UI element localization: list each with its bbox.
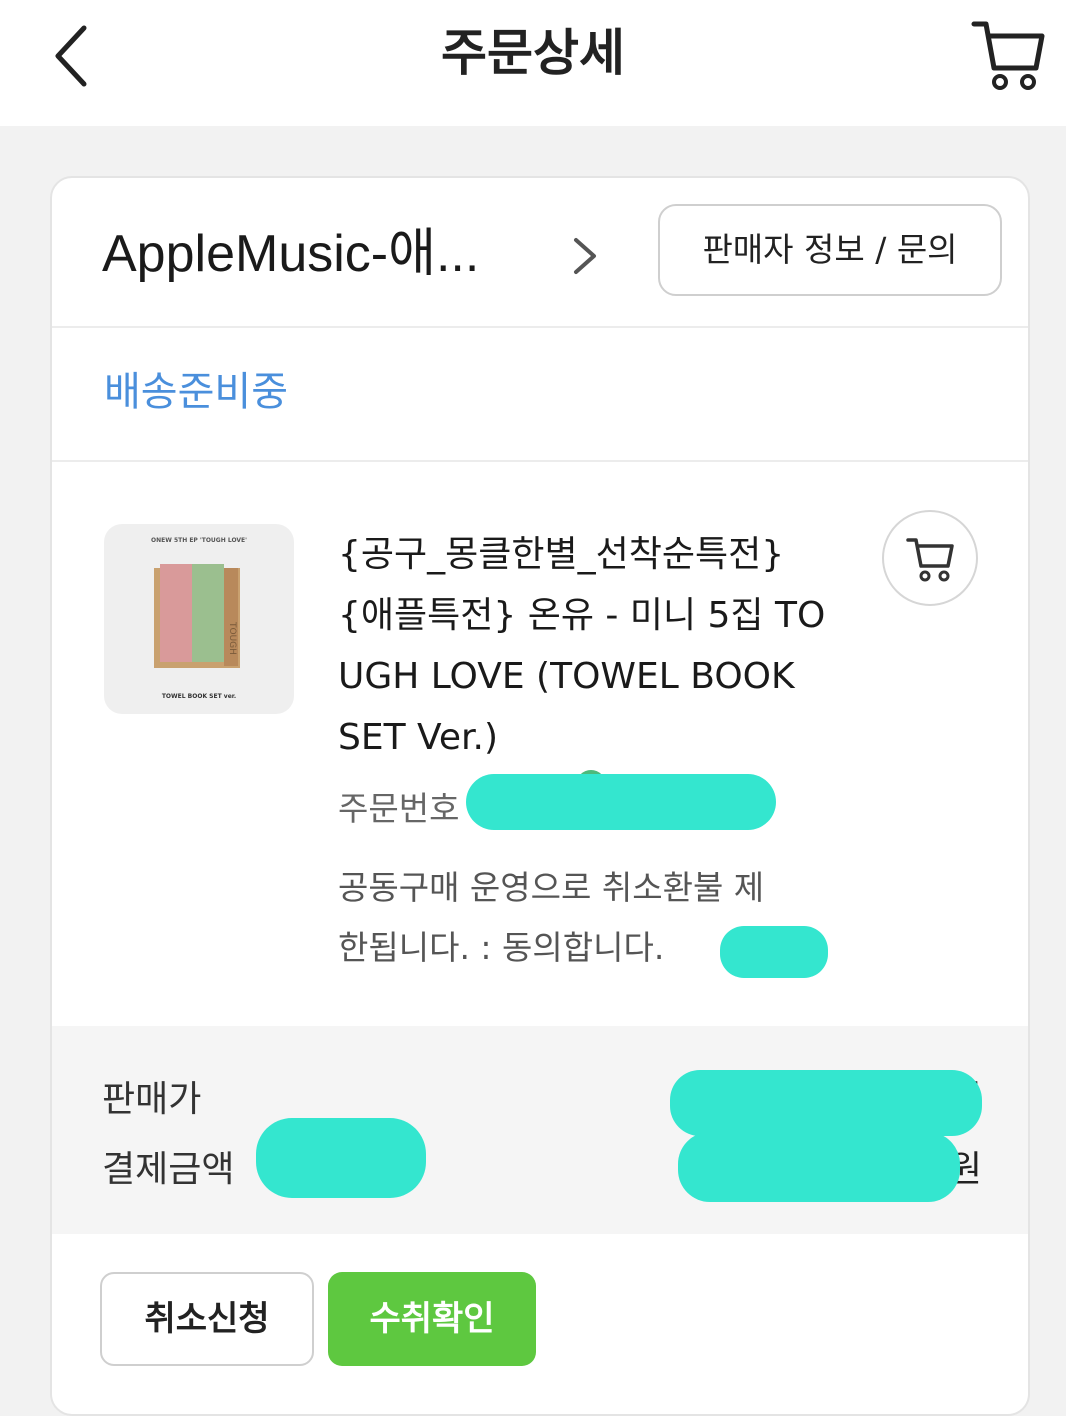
price-summary: 판매가 원 결제금액 원 — [52, 1026, 1028, 1234]
svg-text:TOUGH: TOUGH — [227, 621, 237, 655]
product-title[interactable]: {공구_몽클한별_선착순특전} {애플특전} 온유 - 미니 5집 TO UGH… — [338, 524, 858, 768]
product-title-line: {공구_몽클한별_선착순특전} — [338, 534, 785, 575]
cart-icon — [906, 538, 954, 582]
cart-icon[interactable] — [966, 12, 1050, 96]
app-header: 주문상세 — [0, 0, 1066, 126]
thumbnail-caption-top: ONEW 5TH EP 'TOUGH LOVE' — [151, 537, 247, 544]
redaction-mark — [678, 1132, 960, 1202]
seller-name[interactable]: AppleMusic-애... — [102, 222, 479, 286]
product-title-line: SET Ver.) — [338, 717, 498, 758]
page-title: 주문상세 — [441, 24, 625, 82]
cancel-request-button[interactable]: 취소신청 — [100, 1272, 314, 1366]
seller-row[interactable]: AppleMusic-애... 판매자 정보 / 문의 — [52, 178, 1028, 326]
order-status: 배송준비중 — [104, 369, 288, 415]
add-to-cart-button[interactable] — [882, 510, 978, 606]
notice-line: 공동구매 운영으로 취소환불 제 — [338, 868, 765, 907]
chevron-right-icon[interactable] — [564, 232, 604, 280]
redaction-mark — [466, 774, 776, 830]
payment-amount-label: 결제금액 — [102, 1149, 235, 1190]
order-number-label: 주문번호 — [338, 789, 460, 828]
order-card: AppleMusic-애... 판매자 정보 / 문의 배송준비중 ONEW 5… — [50, 176, 1030, 1416]
confirm-receipt-button[interactable]: 수취확인 — [328, 1272, 536, 1366]
album-box-image: TOUGH — [154, 564, 240, 668]
seller-info-button[interactable]: 판매자 정보 / 문의 — [658, 204, 1002, 296]
divider — [52, 326, 1028, 328]
thumbnail-caption-bottom: TOWEL BOOK SET ver. — [161, 693, 237, 700]
product-title-line: UGH LOVE (TOWEL BOOK — [338, 656, 795, 697]
redaction-mark — [256, 1118, 426, 1198]
redaction-mark — [720, 926, 828, 978]
product-thumbnail[interactable]: ONEW 5TH EP 'TOUGH LOVE' TOUGH TOWEL BOO… — [104, 524, 294, 714]
sale-price-label: 판매가 — [102, 1079, 202, 1120]
product-title-line: {애플특전} 온유 - 미니 5집 TO — [338, 595, 826, 636]
divider — [52, 460, 1028, 462]
redaction-mark — [670, 1070, 982, 1136]
